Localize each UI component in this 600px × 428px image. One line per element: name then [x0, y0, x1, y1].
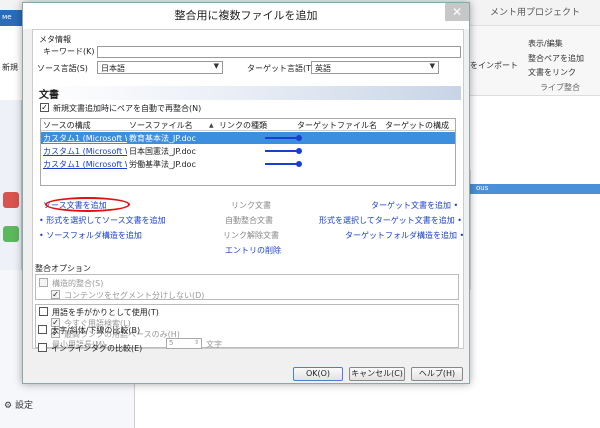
- bold-italic-label: 太字/斜体/下線の比較(B): [51, 326, 141, 335]
- no-segment-label: コンテンツをセグメント分けしない(D): [64, 291, 205, 300]
- auto-align-docs-link[interactable]: 自動整合文書: [225, 215, 273, 226]
- auto-align-label: 新規文書追加時にペアを自動で再整合(N): [53, 104, 202, 113]
- close-icon[interactable]: ✕: [445, 3, 469, 21]
- add-target-doc-link[interactable]: ターゲット文書を追加 •: [371, 200, 458, 211]
- min-term-length-stepper[interactable]: 5 ⇕: [166, 338, 202, 349]
- table-row[interactable]: カスタム1 (Microsoft Word... 教育基本法_JP.doc: [41, 132, 455, 144]
- unlink-docs-link[interactable]: リンク解除文書: [223, 230, 279, 241]
- target-lang-select[interactable]: 英語 ▼: [311, 61, 439, 74]
- auto-align-checkbox[interactable]: [40, 103, 49, 112]
- keyword-input[interactable]: [97, 46, 461, 58]
- app-tab[interactable]: ме: [0, 10, 22, 26]
- col-target-file[interactable]: ターゲットファイル名: [297, 120, 377, 131]
- app-settings[interactable]: ⚙ 設定: [4, 398, 33, 411]
- source-lang-value: 日本語: [101, 64, 125, 73]
- link-type-slider[interactable]: [265, 161, 302, 167]
- link-docs-link[interactable]: リンク文書: [231, 200, 271, 211]
- target-lang-label: ターゲット言語(T): [247, 64, 315, 73]
- settings-label: 設定: [14, 401, 33, 411]
- col-target-config[interactable]: ターゲットの構成: [385, 120, 449, 131]
- chevron-down-icon: ▼: [213, 62, 219, 70]
- add-target-by-format-link[interactable]: 形式を選択してターゲット文書を追加 •: [319, 215, 462, 226]
- structural-label: 構造的整合(S): [52, 279, 104, 288]
- cancel-button[interactable]: キャンセル(C): [349, 367, 405, 381]
- app-window-title: メント用プロジェクト: [490, 8, 581, 18]
- source-lang-label: ソース言語(S): [37, 64, 88, 73]
- row-source-config[interactable]: カスタム1 (Microsoft Word...: [43, 133, 127, 144]
- ribbon-group-label: ライブ整合: [540, 83, 580, 92]
- documents-table: ソースの構成 ソースファイル名 ▲ リンクの種類 ターゲットファイル名 ターゲッ…: [40, 118, 456, 186]
- no-segment-checkbox[interactable]: [51, 290, 60, 299]
- col-link-type[interactable]: リンクの種類: [219, 120, 267, 131]
- dialog-panel: メタ情報 キーワード(K) ソース言語(S) 日本語 ▼ ターゲット言語(T) …: [32, 29, 464, 349]
- ribbon-link-docs[interactable]: 文書をリンク: [528, 67, 576, 78]
- app-selected-item[interactable]: ous: [470, 184, 600, 194]
- inline-tags-label: インラインタグの比較(E): [51, 344, 143, 353]
- ok-button[interactable]: OK(O): [293, 367, 343, 381]
- add-source-folder-link[interactable]: • ソースフォルダ構造を追加: [39, 230, 142, 241]
- add-target-folder-link[interactable]: ターゲットフォルダ構造を追加 •: [345, 230, 464, 241]
- add-source-by-format-link[interactable]: • 形式を選択してソース文書を追加: [39, 215, 166, 226]
- min-term-length-value: 5: [169, 339, 174, 347]
- options-section-label: 整合オプション: [35, 264, 91, 273]
- sort-up-icon: ▲: [209, 122, 214, 129]
- keyword-label: キーワード(K): [43, 47, 95, 56]
- table-header: ソースの構成 ソースファイル名 ▲ リンクの種類 ターゲットファイル名 ターゲッ…: [41, 119, 455, 131]
- row-source-file: 日本国憲法_JP.doc: [129, 147, 196, 156]
- use-terms-label: 用語を手がかりとして使用(T): [52, 308, 159, 317]
- link-type-slider[interactable]: [265, 148, 302, 154]
- row-source-config[interactable]: カスタム1 (Microsoft Word...: [43, 146, 127, 157]
- nav-red-icon[interactable]: [3, 192, 19, 208]
- row-source-file: 教育基本法_JP.doc: [129, 134, 196, 143]
- dialog-title: 整合用に複数ファイルを追加: [23, 3, 469, 29]
- documents-section-header: 文書: [37, 86, 461, 101]
- app-ribbon-panel: 表示/編集 整合ペアを追加 文書をリンク をインポート ライブ整合: [470, 26, 600, 96]
- col-source-file[interactable]: ソースファイル名: [129, 120, 193, 131]
- ribbon-display-edit[interactable]: 表示/編集: [528, 38, 563, 49]
- ribbon-import[interactable]: をインポート: [470, 60, 518, 71]
- source-lang-select[interactable]: 日本語 ▼: [97, 61, 223, 74]
- row-source-file: 労働基準法_JP.doc: [129, 160, 196, 169]
- structural-checkbox[interactable]: [39, 278, 48, 287]
- chevron-down-icon: ▼: [429, 62, 435, 70]
- delete-entry-link[interactable]: エントリの削除: [225, 245, 281, 256]
- min-term-length-unit: 文字: [206, 340, 222, 349]
- table-row[interactable]: カスタム1 (Microsoft Word... 労働基準法_JP.doc: [41, 158, 455, 170]
- meta-section-label: メタ情報: [39, 35, 71, 44]
- target-lang-value: 英語: [315, 64, 331, 73]
- help-button[interactable]: ヘルプ(H): [411, 367, 463, 381]
- link-type-slider[interactable]: [265, 135, 302, 141]
- ribbon-add-pair[interactable]: 整合ペアを追加: [528, 53, 584, 64]
- app-new-label[interactable]: 新規: [2, 62, 18, 73]
- col-source-config[interactable]: ソースの構成: [43, 120, 91, 131]
- highlight-circle: [45, 197, 130, 212]
- row-source-config[interactable]: カスタム1 (Microsoft Word...: [43, 159, 127, 170]
- add-files-dialog: 整合用に複数ファイルを追加 ✕ メタ情報 キーワード(K) ソース言語(S) 日…: [22, 2, 470, 384]
- spinner-arrows-icon: ⇕: [193, 339, 199, 346]
- structural-group: 構造的整合(S) コンテンツをセグメント分けしない(D): [35, 274, 459, 300]
- use-terms-checkbox[interactable]: [39, 307, 48, 316]
- nav-green-icon[interactable]: [3, 226, 19, 242]
- table-row[interactable]: カスタム1 (Microsoft Word... 日本国憲法_JP.doc: [41, 145, 455, 157]
- inline-tags-checkbox[interactable]: [38, 343, 47, 352]
- bold-italic-checkbox[interactable]: [38, 325, 47, 334]
